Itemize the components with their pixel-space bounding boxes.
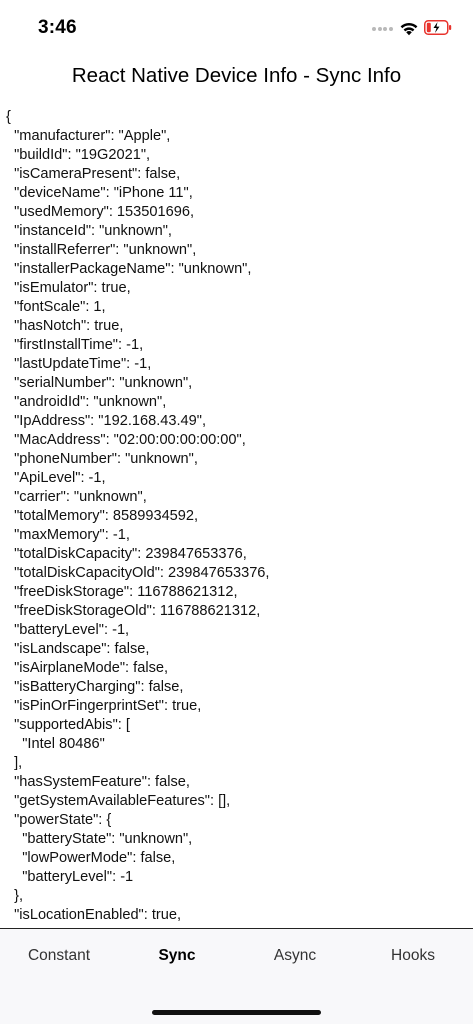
home-indicator[interactable] — [152, 1010, 321, 1015]
json-line: "ApiLevel": -1, — [6, 470, 106, 486]
page-title: React Native Device Info - Sync Info — [71, 64, 402, 87]
json-line: "supportedAbis": [ — [6, 717, 130, 733]
signal-dots-icon — [372, 27, 394, 33]
json-line: "maxMemory": -1, — [6, 527, 130, 543]
json-line: }, — [6, 888, 24, 904]
json-line: "androidId": "unknown", — [6, 394, 167, 410]
json-line: "usedMemory": 153501696, — [6, 204, 195, 220]
json-line: "isPinOrFingerprintSet": true, — [6, 698, 202, 714]
battery-charging-icon — [424, 20, 452, 35]
json-line: { — [6, 109, 11, 125]
json-line: "deviceName": "iPhone 11", — [6, 185, 193, 201]
json-line: "getSystemAvailableFeatures": [], — [6, 793, 231, 809]
json-line: "hasNotch": true, — [6, 318, 124, 334]
json-line: "lowPowerMode": false, — [6, 850, 176, 866]
json-line: "batteryLevel": -1, — [6, 622, 130, 638]
wifi-icon — [400, 22, 418, 36]
json-line: "isEmulator": true, — [6, 280, 131, 296]
json-line: "installerPackageName": "unknown", — [6, 261, 252, 277]
json-line: "fontScale": 1, — [6, 299, 106, 315]
json-line: "isLocationEnabled": true, — [6, 907, 182, 923]
json-line: "isBatteryCharging": false, — [6, 679, 184, 695]
json-line: "freeDiskStorage": 116788621312, — [6, 584, 238, 600]
json-line: "batteryState": "unknown", — [6, 831, 193, 847]
status-time: 3:46 — [38, 17, 77, 38]
json-line: "totalMemory": 8589934592, — [6, 508, 199, 524]
json-line: ], — [6, 755, 23, 771]
json-line: "instanceId": "unknown", — [6, 223, 172, 239]
status-bar: 3:46 — [0, 0, 473, 58]
json-line: "carrier": "unknown", — [6, 489, 147, 505]
tab-sync[interactable]: Sync — [118, 947, 236, 965]
json-line: "totalDiskCapacityOld": 239847653376, — [6, 565, 270, 581]
json-line: "isLandscape": false, — [6, 641, 150, 657]
json-line: "manufacturer": "Apple", — [6, 128, 171, 144]
json-line: "buildId": "19G2021", — [6, 147, 151, 163]
tab-constant[interactable]: Constant — [0, 947, 118, 965]
json-line: "powerState": { — [6, 812, 112, 828]
json-line: "isAirplaneMode": false, — [6, 660, 169, 676]
json-line: "serialNumber": "unknown", — [6, 375, 193, 391]
json-line: "MacAddress": "02:00:00:00:00:00", — [6, 432, 246, 448]
json-line: "installReferrer": "unknown", — [6, 242, 197, 258]
json-line: "freeDiskStorageOld": 116788621312, — [6, 603, 261, 619]
json-line: "totalDiskCapacity": 239847653376, — [6, 546, 247, 562]
tab-hooks[interactable]: Hooks — [354, 947, 472, 965]
json-line: "hasSystemFeature": false, — [6, 774, 190, 790]
json-line: "batteryLevel": -1 — [6, 869, 134, 885]
json-line: "Intel 80486" — [6, 736, 105, 752]
device-info-json[interactable]: { "manufacturer": "Apple", "buildId": "1… — [6, 108, 473, 928]
json-line: "lastUpdateTime": -1, — [6, 356, 152, 372]
json-line: "isCameraPresent": false, — [6, 166, 181, 182]
json-line: "firstInstallTime": -1, — [6, 337, 144, 353]
tab-async[interactable]: Async — [236, 947, 354, 965]
device-screen: 3:46 React Native Device Info - Sync Inf… — [0, 0, 473, 1024]
json-line: "phoneNumber": "unknown", — [6, 451, 198, 467]
json-line: "IpAddress": "192.168.43.49", — [6, 413, 207, 429]
